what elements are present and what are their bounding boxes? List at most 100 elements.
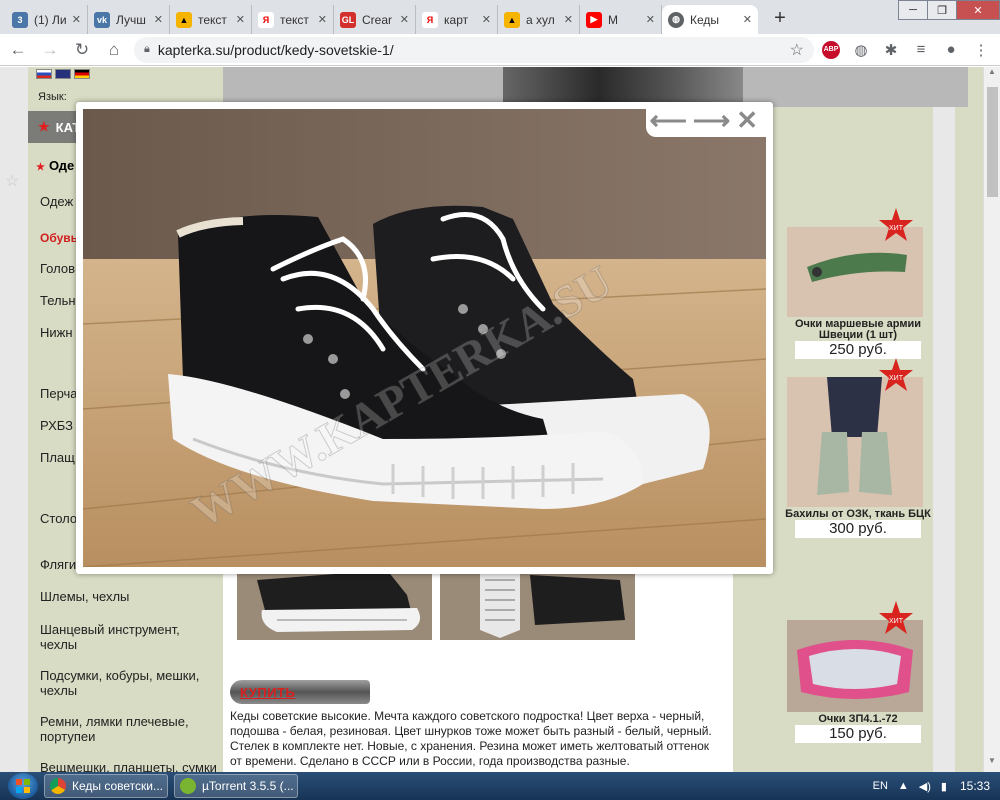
show-hidden-icons-icon[interactable]: ▲ (898, 780, 909, 792)
adblock-extension[interactable]: ABP (818, 37, 844, 63)
omnibox[interactable]: 🔒︎ kapterka.su/product/kedy-sovetskie-1/… (134, 36, 814, 63)
flag-ru-icon[interactable] (36, 69, 52, 79)
lightbox-close-icon[interactable]: ✕ (736, 107, 758, 133)
tab[interactable]: Ятекст ✕ (252, 5, 334, 34)
svg-text:ХИТ: ХИТ (889, 225, 904, 232)
url-text[interactable]: kapterka.su/product/kedy-sovetskie-1/ (158, 42, 790, 58)
volume-icon[interactable]: ◀) (919, 780, 931, 793)
language-flags (36, 69, 93, 79)
taskbar-item-utorrent[interactable]: µTorrent 3.5.5 (... (174, 774, 298, 798)
tab-label: М (608, 12, 618, 27)
gl-icon: GL (340, 11, 356, 28)
product-name[interactable]: Бахилы от ОЗК, ткань БЦК (773, 509, 943, 520)
profile-avatar-icon[interactable]: ● (938, 37, 964, 63)
header-banner (223, 67, 968, 107)
window-close-button[interactable]: ✕ (956, 0, 1000, 20)
tab-close-icon[interactable]: ✕ (743, 13, 752, 26)
tab-close-icon[interactable]: ✕ (154, 13, 163, 26)
home-button[interactable]: ⌂ (100, 36, 128, 64)
sidebar-category[interactable]: Шлемы, чехлы (40, 589, 220, 604)
product-thumbnail[interactable] (440, 570, 635, 640)
buy-button[interactable]: КУПИТЬ (230, 680, 370, 704)
related-product-card[interactable]: Очки ЗП4.1.-72 150 руб. (773, 620, 943, 743)
yandex-icon: Я (422, 11, 438, 28)
scroll-up-arrow-icon[interactable]: ▲ (984, 67, 1000, 83)
sidebar-category[interactable]: Подсумки, кобуры, мешки, чехлы (40, 668, 220, 698)
scroll-down-arrow-icon[interactable]: ▼ (984, 756, 1000, 772)
tab[interactable]: vk Лучш ✕ (88, 5, 170, 34)
network-icon[interactable]: ▮ (941, 780, 947, 793)
tab[interactable]: ▲ текст ✕ (170, 5, 252, 34)
star-outline-icon: ☆ (5, 173, 20, 190)
language-label: Язык: (38, 91, 67, 103)
tab-label: текст (198, 12, 227, 27)
tab-close-icon[interactable]: ✕ (318, 13, 327, 26)
hit-badge-icon: ХИТ (879, 358, 913, 391)
tab-close-icon[interactable]: ✕ (646, 13, 655, 26)
related-product-card[interactable]: Бахилы от ОЗК, ткань БЦК 300 руб. (773, 377, 943, 538)
lightbox-image[interactable]: WWW.KAPTERKA.SU (83, 109, 766, 567)
product-name[interactable]: Очки маршевые армии Швеции (1 шт) (773, 319, 943, 341)
media-queue-icon[interactable]: ≡ (908, 37, 934, 63)
tab-close-icon[interactable]: ✕ (400, 13, 409, 26)
utorrent-icon (180, 778, 196, 794)
back-button[interactable]: ← (4, 36, 32, 64)
clock[interactable]: 15:33 (960, 779, 990, 793)
tab[interactable]: GL Crear ✕ (334, 5, 416, 34)
prev-arrow-icon[interactable]: ⟵ (650, 107, 687, 133)
system-tray: EN ▲ ◀) ▮ 15:33 (868, 779, 1000, 793)
product-description: Кеды советские высокие. Мечта каждого со… (230, 709, 712, 768)
sneaker-thumb-image (237, 570, 432, 640)
tab[interactable]: Якарт ✕ (416, 5, 498, 34)
tab-close-icon[interactable]: ✕ (236, 13, 245, 26)
tab[interactable]: ▶ М ✕ (580, 5, 662, 34)
tab-close-icon[interactable]: ✕ (72, 13, 81, 26)
minimize-button[interactable]: ─ (898, 0, 928, 20)
product-image[interactable] (787, 377, 923, 507)
sneakers-photo: WWW.KAPTERKA.SU (83, 109, 766, 567)
menu-kebab-icon[interactable]: ⋮ (968, 37, 994, 63)
hit-badge-icon: ХИТ (879, 601, 913, 634)
page-scrollbar[interactable]: ▲ ▼ (983, 67, 1000, 772)
windows-logo-icon (16, 779, 30, 793)
globe-extension-icon[interactable]: ◍ (848, 37, 874, 63)
tab-close-icon[interactable]: ✕ (482, 13, 491, 26)
yandex-icon: Я (258, 11, 274, 28)
window-controls: ─ ❐ ✕ (898, 0, 1000, 20)
mountain-icon: ▲ (504, 11, 520, 28)
maximize-button[interactable]: ❐ (927, 0, 957, 20)
tab[interactable]: 3 (1) Ли ✕ (6, 5, 88, 34)
sidebar-category[interactable]: Вещмешки, планшеты, сумки (40, 760, 220, 772)
tab-close-icon[interactable]: ✕ (564, 13, 573, 26)
shoe-covers-image (787, 377, 923, 507)
product-price: 300 руб. (795, 520, 921, 538)
scrollbar-thumb[interactable] (987, 87, 998, 197)
product-name[interactable]: Очки ЗП4.1.-72 (773, 714, 943, 725)
tab-active[interactable]: ◍ Кеды ✕ (662, 5, 758, 34)
windows-start-button[interactable] (8, 773, 38, 799)
sidebar-category[interactable]: Шанцевый инструмент, чехлы (40, 622, 220, 652)
forward-button[interactable]: → (36, 36, 64, 64)
tab[interactable]: ▲ а хул ✕ (498, 5, 580, 34)
os-taskbar: Кеды советски... µTorrent 3.5.5 (... EN … (0, 772, 1000, 800)
new-tab-button[interactable]: + (766, 4, 794, 32)
hit-badge-icon: ХИТ (879, 208, 913, 241)
youtube-icon: ▶ (586, 11, 602, 28)
flag-de-icon[interactable] (74, 69, 90, 79)
flag-uk-icon[interactable] (55, 69, 71, 79)
extensions-puzzle-icon[interactable]: ✱ (878, 37, 904, 63)
reload-button[interactable]: ↻ (68, 36, 96, 64)
tab-list: 3 (1) Ли ✕ vk Лучш ✕ ▲ текст ✕ Ятекст ✕ GL Crear ✕ Яка… (6, 5, 662, 34)
input-language[interactable]: EN (873, 780, 888, 792)
svg-text:ХИТ: ХИТ (889, 618, 904, 625)
bookmark-star-icon[interactable]: ☆ (790, 40, 804, 60)
next-arrow-icon[interactable]: ⟶ (693, 107, 730, 133)
related-product-card[interactable]: Очки маршевые армии Швеции (1 шт) 250 ру… (773, 227, 943, 359)
sidebar-category[interactable]: Ремни, лямки плечевые, портупеи (40, 714, 220, 744)
product-thumbnail[interactable] (237, 570, 432, 640)
lock-icon[interactable]: 🔒︎ (144, 43, 150, 56)
address-toolbar: ← → ↻ ⌂ 🔒︎ kapterka.su/product/kedy-sove… (0, 34, 1000, 66)
taskbar-item-chrome[interactable]: Кеды советски... (44, 774, 168, 798)
vk-icon: vk (94, 11, 110, 28)
product-price: 150 руб. (795, 725, 921, 743)
